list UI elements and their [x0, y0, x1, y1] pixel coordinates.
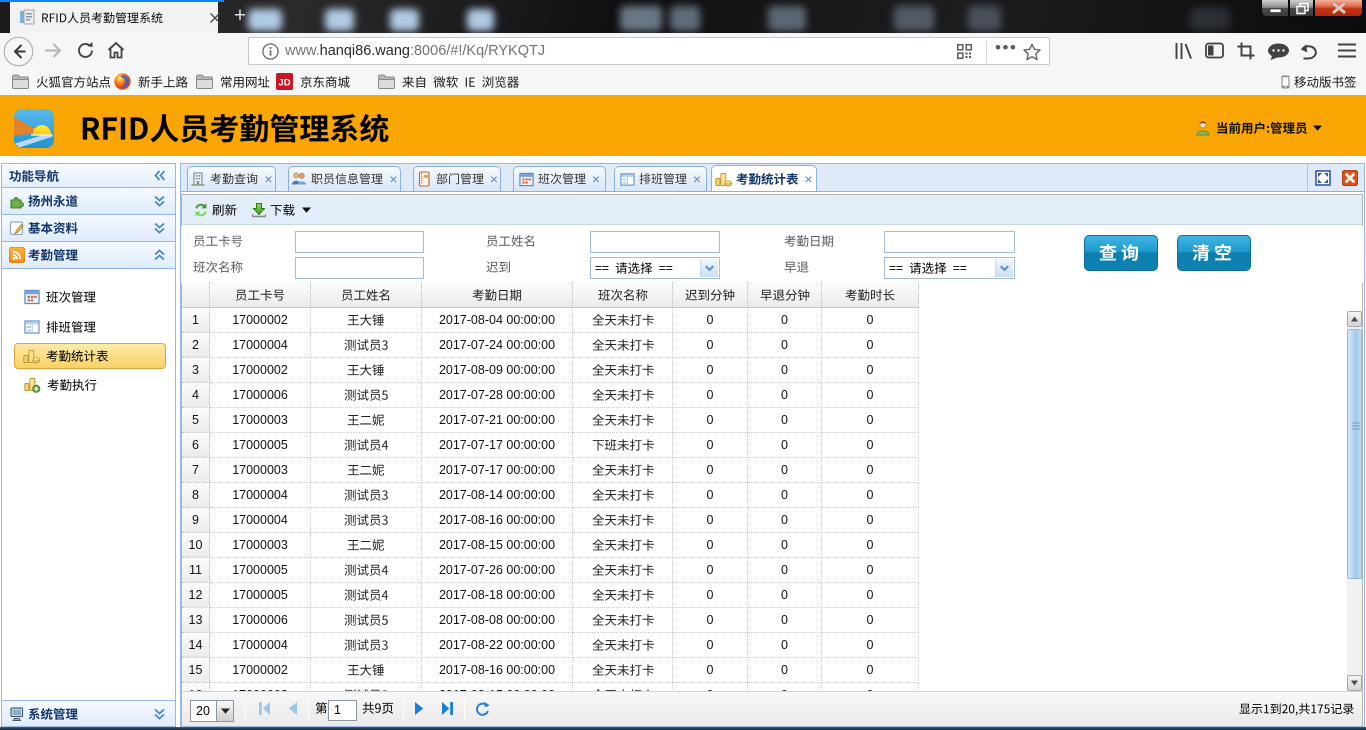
svg-text:JD: JD: [278, 78, 290, 89]
